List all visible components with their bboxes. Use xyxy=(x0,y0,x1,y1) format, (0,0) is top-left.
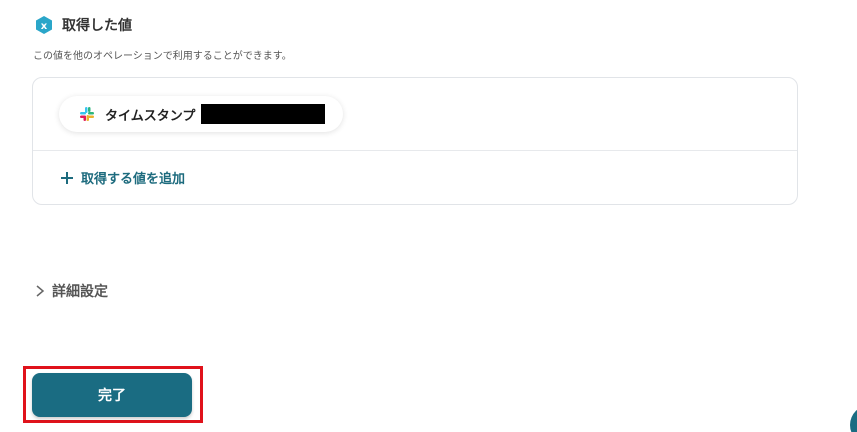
redacted-value xyxy=(201,104,326,124)
add-value-label: 取得する値を追加 xyxy=(81,172,186,187)
page: x 取得した値 この値を他のオペレーションで利用することができます。 タイムスタ… xyxy=(0,0,857,432)
variable-x-icon: x xyxy=(34,15,54,35)
value-chip-label: タイムスタンプ xyxy=(105,108,196,124)
acquired-values-box: タイムスタンプ 取得する値を追加 xyxy=(32,77,798,205)
advanced-settings-toggle[interactable]: 詳細設定 xyxy=(34,281,108,301)
divider xyxy=(33,150,797,151)
section-title: 取得した値 xyxy=(62,18,132,34)
plus-icon xyxy=(60,171,74,185)
section-description: この値を他のオペレーションで利用することができます。 xyxy=(33,51,292,62)
svg-text:x: x xyxy=(41,21,48,32)
add-value-button[interactable]: 取得する値を追加 xyxy=(60,168,185,187)
chevron-right-icon xyxy=(34,284,46,298)
section-header: x 取得した値 xyxy=(34,15,132,35)
advanced-settings-label: 詳細設定 xyxy=(52,284,108,300)
slack-icon xyxy=(79,106,95,122)
done-button[interactable]: 完了 xyxy=(32,373,192,417)
value-chip-timestamp[interactable]: タイムスタンプ xyxy=(59,96,343,132)
floating-help-button[interactable] xyxy=(850,405,857,432)
